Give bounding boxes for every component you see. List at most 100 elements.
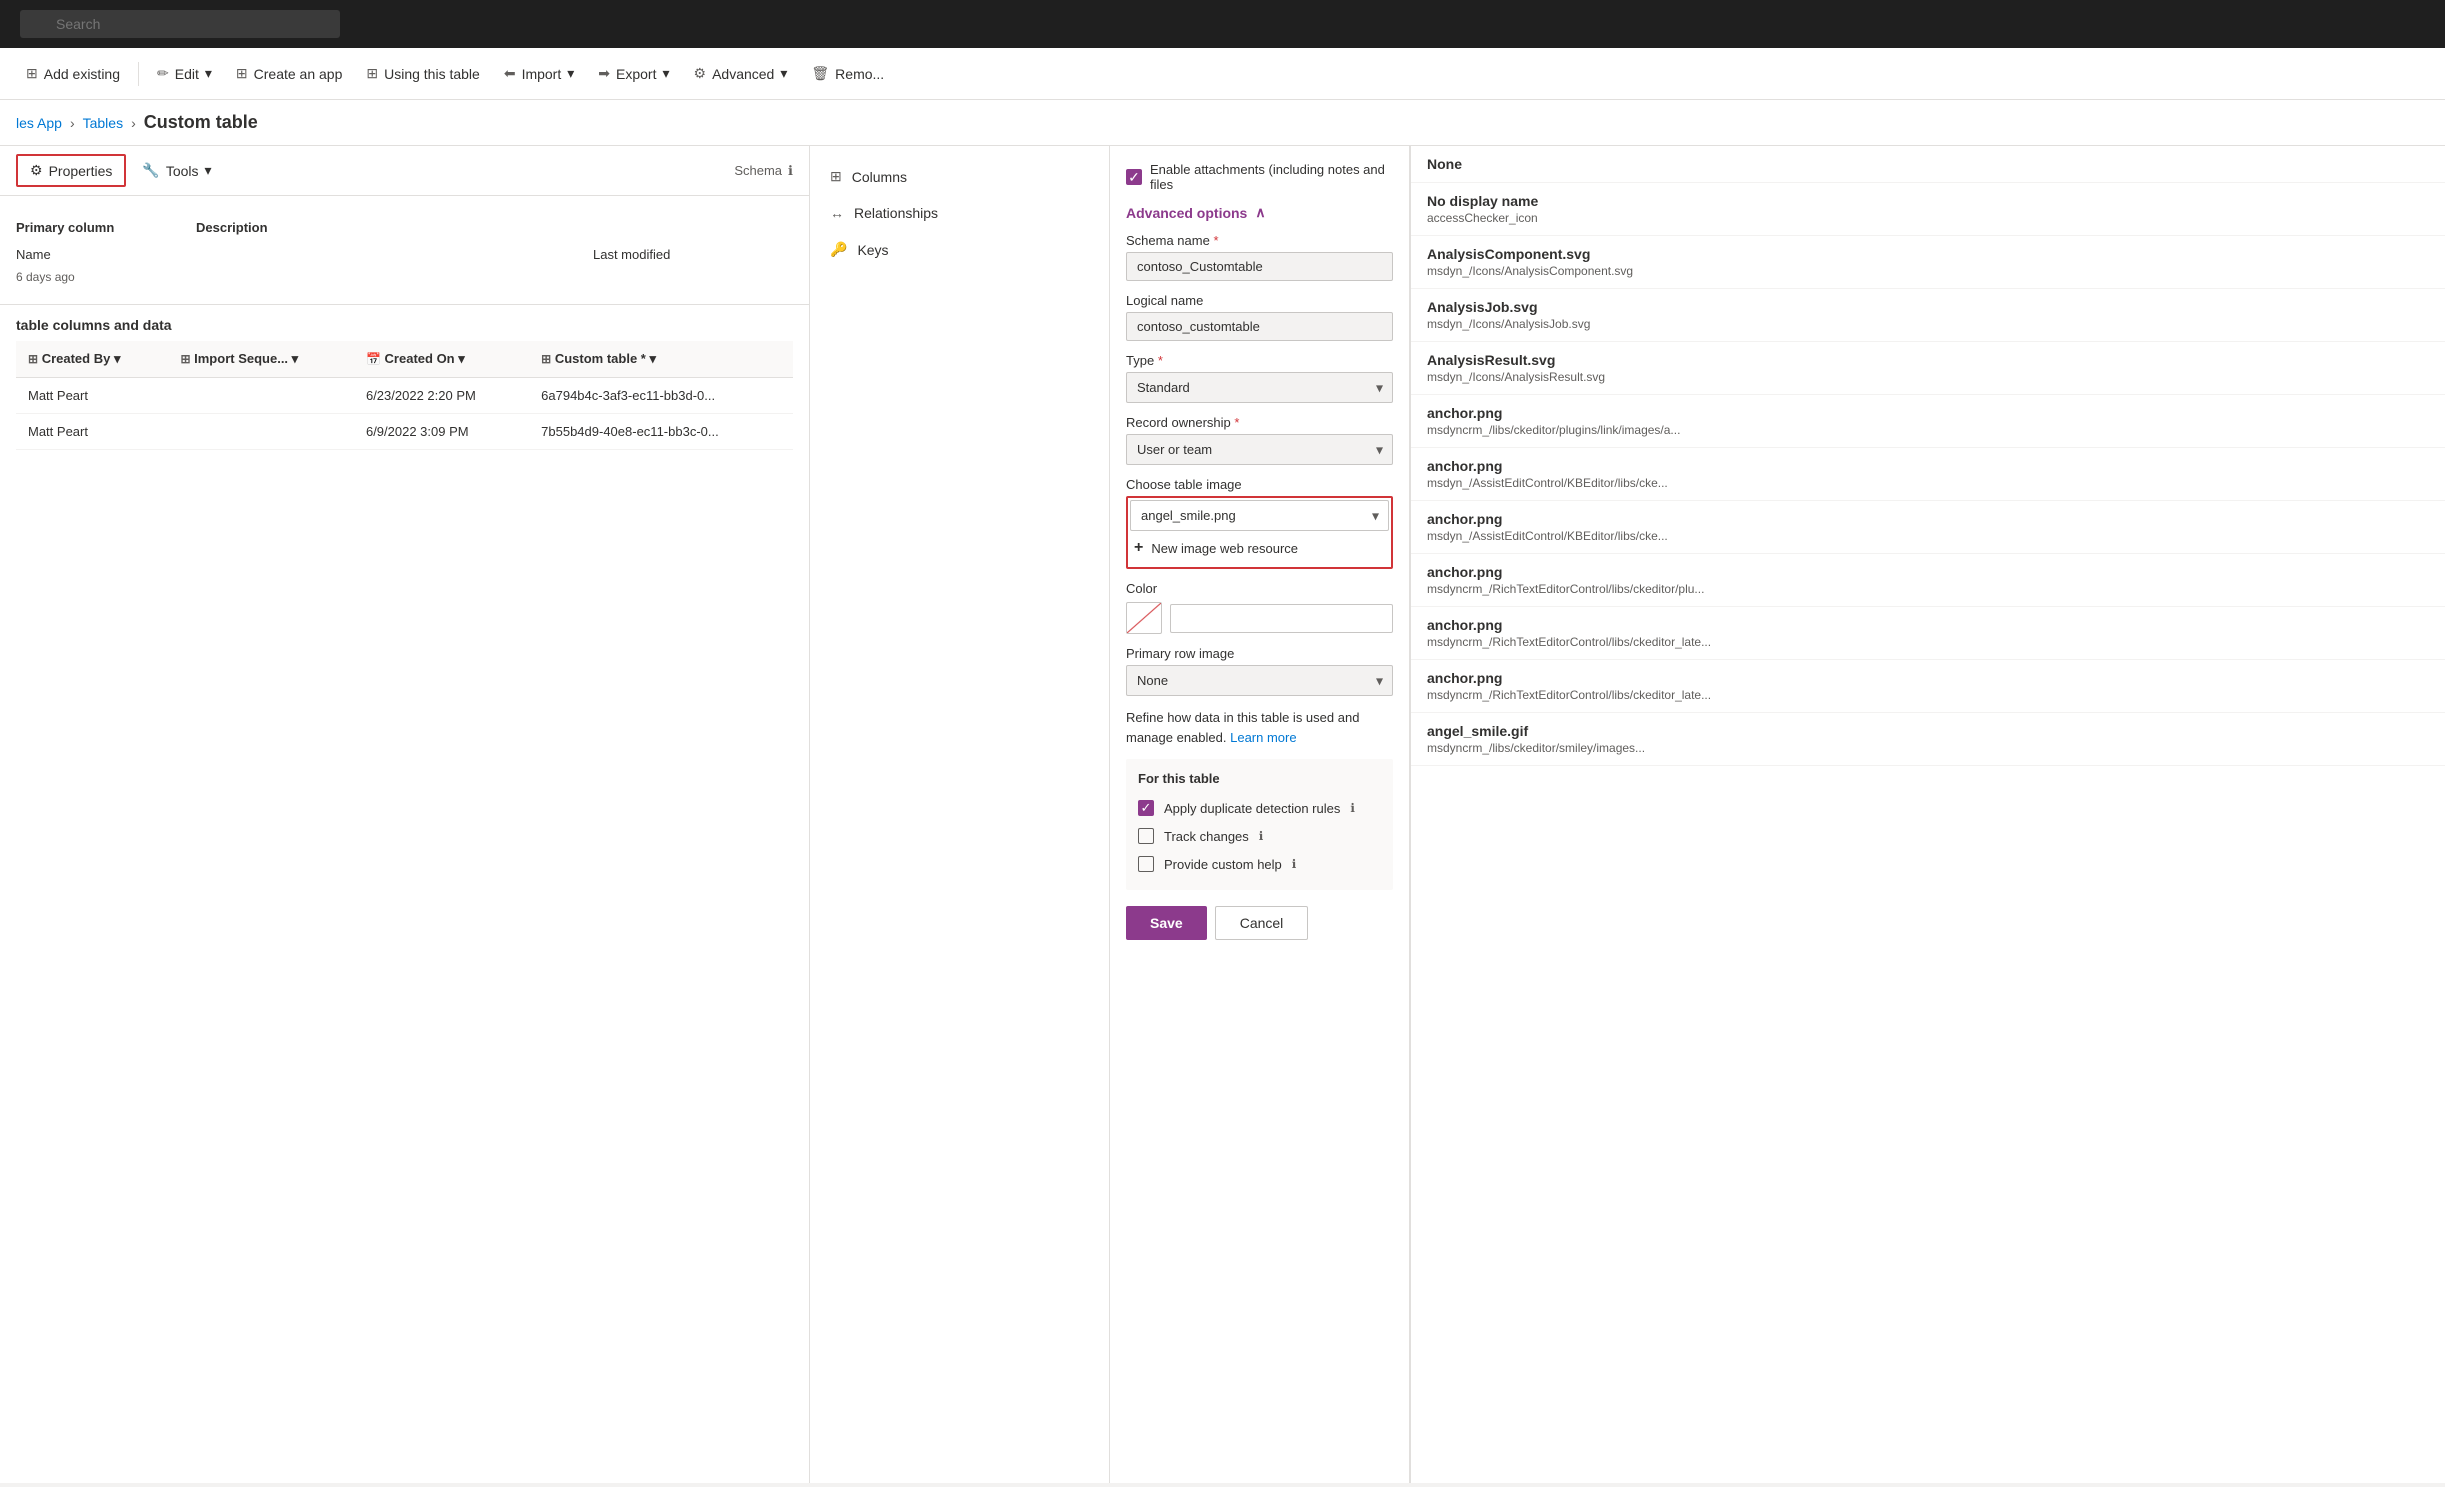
- list-item-name: None: [1427, 156, 2429, 172]
- nav-icon: ⊞: [830, 168, 842, 185]
- list-item[interactable]: AnalysisJob.svg msdyn_/Icons/AnalysisJob…: [1411, 289, 2445, 342]
- advanced-chevron-icon: ▾: [780, 65, 787, 82]
- nav-item-label: Relationships: [854, 205, 938, 221]
- type-select-wrapper: Standard ▾: [1126, 372, 1393, 403]
- col-custom-table[interactable]: ⊞ Custom table * ▾: [529, 341, 793, 378]
- list-item-name: anchor.png: [1427, 670, 2429, 686]
- import-chevron-icon: ▾: [567, 65, 574, 82]
- list-item[interactable]: anchor.png msdyncrm_/RichTextEditorContr…: [1411, 607, 2445, 660]
- list-item-name: anchor.png: [1427, 405, 2429, 421]
- properties-tab[interactable]: ⚙ Properties: [16, 154, 126, 187]
- list-item-name: AnalysisResult.svg: [1427, 352, 2429, 368]
- provide-custom-help-row: Provide custom help ℹ: [1138, 850, 1381, 878]
- mid-panel: ⊞ Columns ↔ Relationships 🔑 Keys: [810, 146, 1110, 1483]
- list-item[interactable]: angel_smile.gif msdyncrm_/libs/ckeditor/…: [1411, 713, 2445, 766]
- right-panel: ✓ Enable attachments (including notes an…: [1110, 146, 1410, 1483]
- primary-row-image-select[interactable]: None: [1126, 665, 1393, 696]
- list-item[interactable]: anchor.png msdyncrm_/libs/ckeditor/plugi…: [1411, 395, 2445, 448]
- image-select-box: angel_smile.png ▾ + New image web resour…: [1126, 496, 1393, 569]
- list-item-path: msdyncrm_/RichTextEditorControl/libs/cke…: [1427, 582, 1727, 596]
- advanced-button[interactable]: ⚙ Advanced ▾: [684, 59, 798, 88]
- list-item[interactable]: AnalysisResult.svg msdyn_/Icons/Analysis…: [1411, 342, 2445, 395]
- description-value: [196, 243, 593, 266]
- add-existing-button[interactable]: ⊞ Add existing: [16, 59, 130, 88]
- nav-item-label: Columns: [852, 169, 907, 185]
- record-ownership-wrapper: User or team ▾: [1126, 434, 1393, 465]
- list-item-path: msdyncrm_/RichTextEditorControl/libs/cke…: [1427, 688, 1727, 702]
- track-changes-checkbox[interactable]: [1138, 828, 1154, 844]
- main-toolbar: ⊞ Add existing ✏ Edit ▾ ⊞ Create an app …: [0, 48, 2445, 100]
- advanced-options-toggle[interactable]: Advanced options ∧: [1126, 204, 1393, 221]
- cancel-button[interactable]: Cancel: [1215, 906, 1309, 940]
- refine-text: Refine how data in this table is used an…: [1126, 708, 1393, 747]
- cell-created-by: Matt Peart: [16, 378, 168, 414]
- image-dropdown-wrapper: angel_smile.png ▾: [1130, 500, 1389, 531]
- breadcrumb-app[interactable]: les App: [16, 115, 62, 131]
- list-item[interactable]: No display name accessChecker_icon: [1411, 183, 2445, 236]
- nav-item-keys[interactable]: 🔑 Keys: [810, 231, 1109, 268]
- logical-name-input[interactable]: [1126, 312, 1393, 341]
- description-header: Description: [196, 212, 593, 243]
- col-created-on[interactable]: 📅 Created On ▾: [354, 341, 529, 378]
- last-modified-label: Last modified: [593, 243, 793, 266]
- action-bar: Save Cancel: [1126, 890, 1393, 948]
- cell-created-on: 6/23/2022 2:20 PM: [354, 378, 529, 414]
- enable-attachments-checkbox[interactable]: ✓: [1126, 169, 1142, 185]
- tools-tab[interactable]: 🔧 Tools ▾: [130, 156, 223, 185]
- enable-attachments-row: ✓ Enable attachments (including notes an…: [1126, 162, 1393, 192]
- nav-item-relationships[interactable]: ↔ Relationships: [810, 195, 1109, 231]
- create-app-button[interactable]: ⊞ Create an app: [226, 59, 352, 88]
- provide-custom-help-checkbox[interactable]: [1138, 856, 1154, 872]
- primary-name-value: Name: [16, 243, 196, 266]
- edit-chevron-icon: ▾: [205, 65, 212, 82]
- list-item[interactable]: anchor.png msdyncrm_/RichTextEditorContr…: [1411, 660, 2445, 713]
- nav-icon: ↔: [830, 205, 844, 221]
- remove-button[interactable]: 🗑 Remo...: [801, 59, 894, 88]
- list-item-path: accessChecker_icon: [1427, 211, 1727, 225]
- list-item[interactable]: anchor.png msdyncrm_/RichTextEditorContr…: [1411, 554, 2445, 607]
- breadcrumb-sep-2: ›: [131, 115, 136, 131]
- dropdown-list-panel: None No display name accessChecker_icon …: [1410, 146, 2445, 1483]
- edit-button[interactable]: ✏ Edit ▾: [147, 59, 222, 88]
- save-button[interactable]: Save: [1126, 906, 1207, 940]
- col-import-seq[interactable]: ⊞ Import Seque... ▾: [168, 341, 354, 378]
- list-item-name: anchor.png: [1427, 617, 2429, 633]
- data-section-title: table columns and data: [16, 305, 793, 341]
- list-item[interactable]: None: [1411, 146, 2445, 183]
- col-chevron-created-by: ▾: [114, 351, 121, 366]
- record-ownership-select[interactable]: User or team: [1126, 434, 1393, 465]
- list-item-path: msdyncrm_/RichTextEditorControl/libs/cke…: [1427, 635, 1727, 649]
- apply-duplicate-info-icon[interactable]: ℹ: [1350, 801, 1355, 815]
- breadcrumb-tables[interactable]: Tables: [83, 115, 123, 131]
- remove-icon: 🗑: [811, 65, 829, 82]
- list-item-path: msdyncrm_/libs/ckeditor/smiley/images...: [1427, 741, 1727, 755]
- color-input[interactable]: [1170, 604, 1393, 633]
- learn-more-link[interactable]: Learn more: [1230, 730, 1296, 745]
- type-select[interactable]: Standard: [1126, 372, 1393, 403]
- list-item[interactable]: anchor.png msdyn_/AssistEditControl/KBEd…: [1411, 501, 2445, 554]
- primary-row-image-label: Primary row image: [1126, 646, 1393, 661]
- image-select[interactable]: angel_smile.png: [1130, 500, 1389, 531]
- color-label: Color: [1126, 581, 1393, 596]
- list-item-path: msdyn_/Icons/AnalysisJob.svg: [1427, 317, 1727, 331]
- new-image-web-resource-button[interactable]: + New image web resource: [1130, 531, 1389, 565]
- search-input[interactable]: [20, 10, 340, 38]
- color-swatch[interactable]: [1126, 602, 1162, 634]
- nav-item-columns[interactable]: ⊞ Columns: [810, 158, 1109, 195]
- col-created-by[interactable]: ⊞ Created By ▾: [16, 341, 168, 378]
- col-icon-created-by: ⊞: [28, 352, 38, 366]
- list-item[interactable]: AnalysisComponent.svg msdyn_/Icons/Analy…: [1411, 236, 2445, 289]
- cell-import-seq: [168, 378, 354, 414]
- track-changes-info-icon[interactable]: ℹ: [1259, 829, 1264, 843]
- list-item[interactable]: anchor.png msdyn_/AssistEditControl/KBEd…: [1411, 448, 2445, 501]
- color-field: [1126, 602, 1393, 634]
- left-panel: ⚙ Properties 🔧 Tools ▾ Schema ℹ Primary …: [0, 146, 810, 1483]
- list-item-path: msdyn_/Icons/AnalysisComponent.svg: [1427, 264, 1727, 278]
- import-button[interactable]: ⬅ Import ▾: [494, 59, 584, 88]
- using-this-table-button[interactable]: ⊞ Using this table: [356, 59, 489, 88]
- schema-name-input[interactable]: [1126, 252, 1393, 281]
- export-button[interactable]: ➡ Export ▾: [588, 59, 679, 88]
- provide-custom-help-info-icon[interactable]: ℹ: [1292, 857, 1297, 871]
- col-icon-import: ⊞: [180, 352, 190, 366]
- apply-duplicate-checkbox[interactable]: ✓: [1138, 800, 1154, 816]
